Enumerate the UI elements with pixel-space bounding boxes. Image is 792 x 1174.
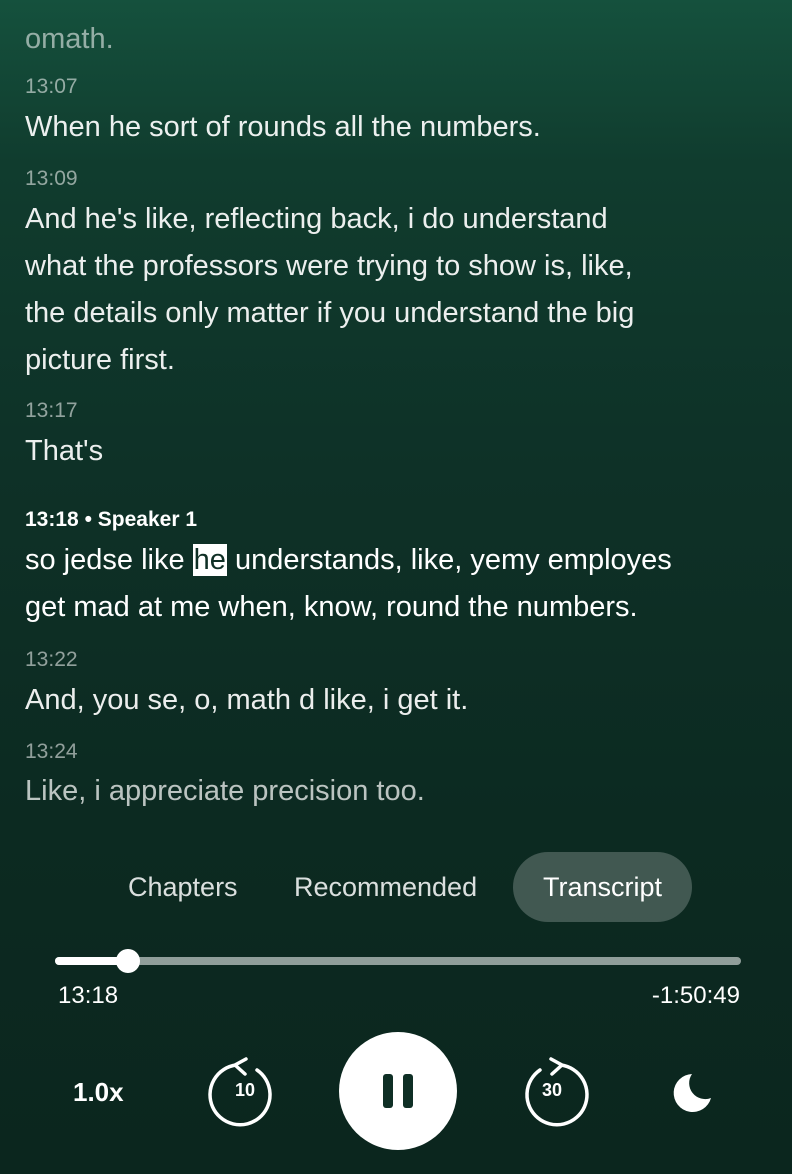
playback-speed-button[interactable]: 1.0x (73, 1077, 124, 1108)
skip-forward-button[interactable]: 30 (512, 1052, 592, 1132)
line-text: understands, like, yemy employes (226, 544, 672, 576)
tab-recommended[interactable]: Recommended (294, 852, 477, 922)
transcript-line-current[interactable]: so jedse like he understands, like, yemy… (25, 537, 770, 583)
elapsed-time: 13:18 (58, 982, 119, 1009)
skip-forward-seconds: 30 (541, 1080, 563, 1100)
transcript-line-current[interactable]: get mad at me when, know, round the numb… (25, 584, 770, 630)
separator-dot: • (84, 508, 92, 531)
transcript-line[interactable]: what the professors were trying to show … (25, 243, 770, 289)
speaker-label: Speaker 1 (97, 508, 198, 531)
progress-thumb[interactable] (116, 949, 141, 973)
transcript-line[interactable]: And, you se, o, math d like, i get it. (25, 677, 770, 723)
transcript-line[interactable]: When he sort of rounds all the numbers. (25, 104, 770, 150)
pause-icon (403, 1074, 413, 1108)
skip-back-seconds: 10 (234, 1080, 256, 1100)
segment-timestamp[interactable]: 13:07 (25, 74, 78, 100)
tab-transcript[interactable]: Transcript (513, 852, 692, 922)
transcript-line[interactable]: And he's like, reflecting back, i do und… (25, 196, 770, 242)
sleep-timer-button[interactable] (668, 1070, 714, 1116)
skip-back-button[interactable]: 10 (205, 1052, 285, 1132)
transcript-line[interactable]: picture first. (25, 337, 770, 383)
highlighted-word: he (192, 544, 227, 576)
segment-timestamp[interactable]: 13:24 (25, 739, 78, 765)
segment-timestamp[interactable]: 13:22 (25, 647, 78, 673)
transcript-line-faded: omath. (25, 23, 114, 55)
tab-bar: Chapters Recommended Transcript (0, 852, 792, 922)
moon-icon (673, 1074, 711, 1112)
tab-chapters[interactable]: Chapters (128, 852, 238, 922)
playback-controls: 1.0x 10 30 (0, 1030, 792, 1154)
line-text: so jedse like (25, 544, 193, 576)
transcript-line[interactable]: That's (25, 428, 770, 474)
segment-timestamp: 13:18 (25, 508, 79, 531)
pause-button[interactable] (339, 1032, 457, 1150)
transcript-line[interactable]: Like, i appreciate precision too. (25, 768, 770, 814)
transcript-panel[interactable]: omath. 13:07 When he sort of rounds all … (0, 0, 792, 830)
progress-scrubber[interactable] (55, 949, 741, 973)
transcript-line[interactable]: the details only matter if you understan… (25, 290, 770, 336)
pause-icon (383, 1074, 393, 1108)
remaining-time: -1:50:49 (651, 982, 740, 1009)
segment-timestamp[interactable]: 13:17 (25, 398, 78, 424)
current-segment-header[interactable]: 13:18 • Speaker 1 (25, 507, 197, 533)
segment-timestamp[interactable]: 13:09 (25, 166, 78, 192)
